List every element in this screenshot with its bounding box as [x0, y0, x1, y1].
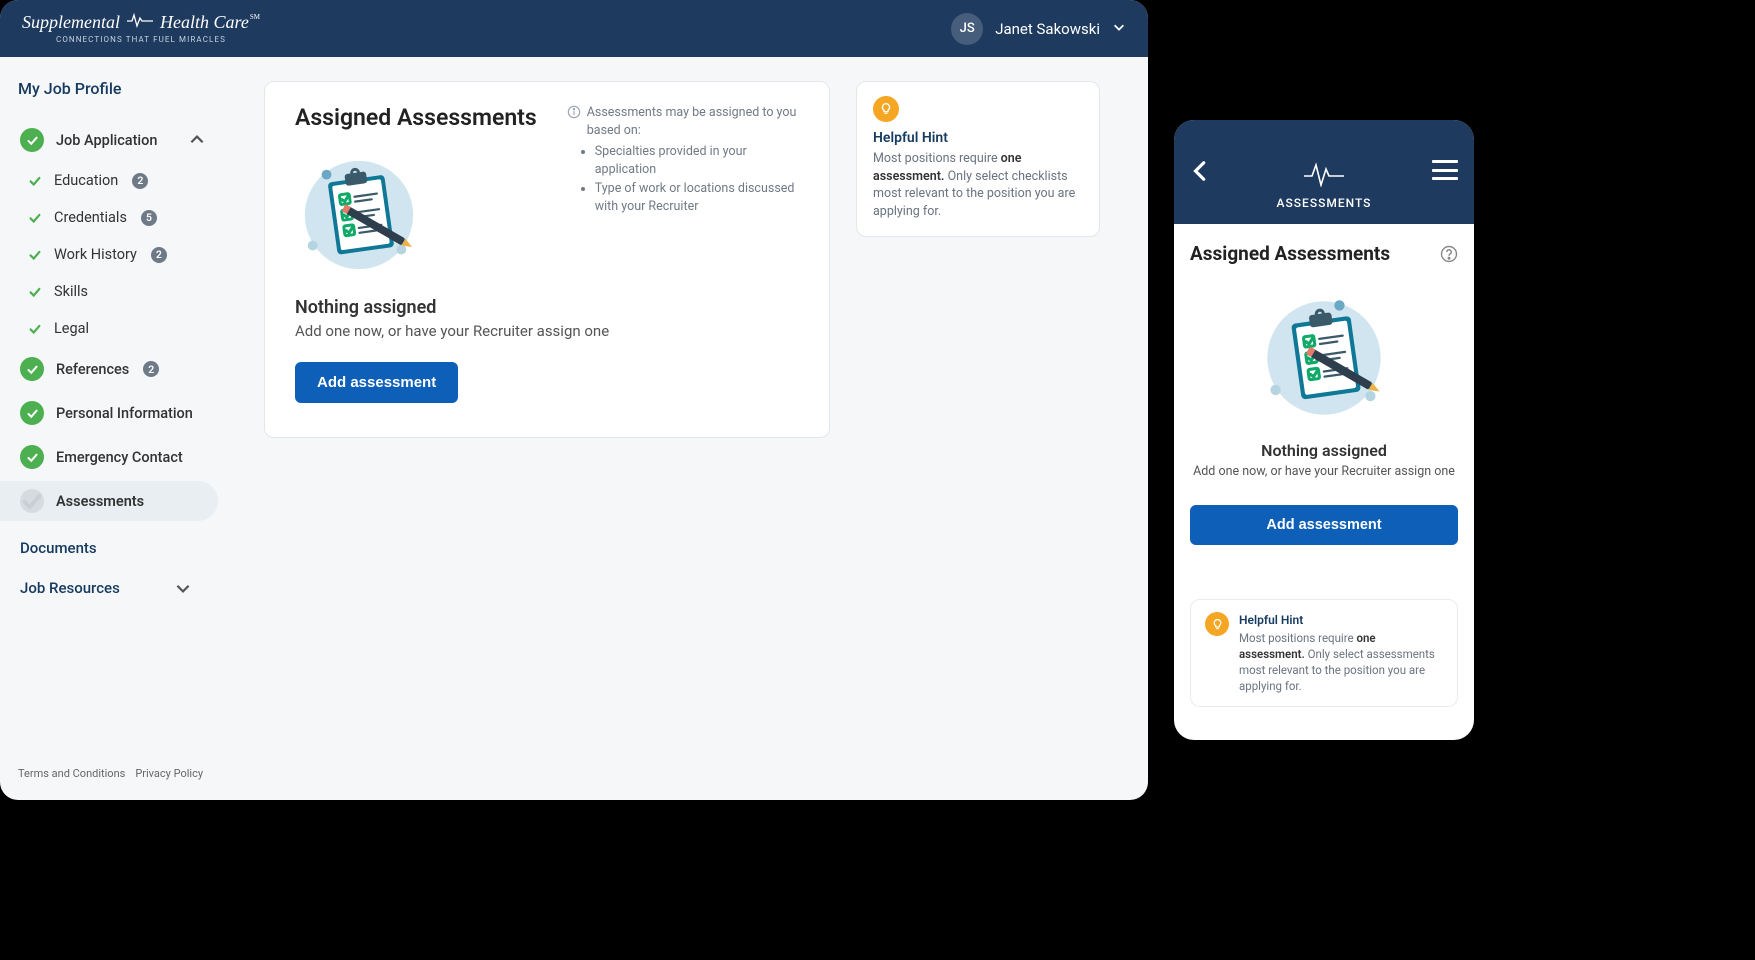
check-icon — [28, 248, 42, 262]
info-note: Assessments may be assigned to you based… — [567, 104, 799, 217]
main-content: Assigned Assessments — [218, 57, 1148, 800]
assessments-card: Assigned Assessments — [264, 81, 830, 438]
info-icon — [567, 105, 581, 119]
helpful-hint-card: Helpful Hint Most positions require one … — [856, 81, 1100, 237]
info-lead-text: Assessments may be assigned to you based… — [587, 104, 799, 139]
sidebar-item-label: Skills — [54, 283, 88, 300]
sidebar-item-label: Assessments — [56, 493, 144, 510]
check-icon — [28, 322, 42, 336]
mobile-empty-title: Nothing assigned — [1190, 441, 1458, 460]
help-icon[interactable] — [1440, 245, 1458, 263]
sidebar-section-label: Documents — [20, 539, 97, 557]
sidebar-item-label: References — [56, 361, 129, 378]
sidebar-item-education[interactable]: Education 2 — [18, 164, 218, 197]
footer-links: Terms and Conditions Privacy Policy — [18, 757, 218, 788]
sidebar-section-label: Job Resources — [20, 579, 120, 597]
heartbeat-icon — [1302, 161, 1346, 191]
hint-text: Most positions require one assessment. O… — [873, 150, 1081, 220]
info-bullet: Specialties provided in your application — [595, 143, 799, 178]
info-bullet: Type of work or locations discussed with… — [595, 180, 799, 215]
hint-title: Helpful Hint — [873, 130, 1081, 146]
check-circle-icon — [20, 128, 44, 152]
avatar: JS — [951, 13, 983, 45]
user-menu[interactable]: JS Janet Sakowski — [951, 13, 1126, 45]
brand-text-a: Supplemental — [22, 13, 120, 33]
chevron-up-icon — [188, 131, 206, 149]
sidebar-nav: Job Application Education 2 Credentials 5 Wor… — [18, 120, 218, 525]
sidebar-item-emergency-contact[interactable]: Emergency Contact — [18, 437, 218, 477]
mobile-content: Assigned Assessments — [1174, 224, 1474, 723]
sidebar-item-label: Emergency Contact — [56, 449, 183, 466]
sidebar-item-work-history[interactable]: Work History 2 — [18, 238, 218, 271]
mobile-hint-card: Helpful Hint Most positions require one … — [1190, 599, 1458, 707]
brand-tagline: CONNECTIONS THAT FUEL MIRACLES — [22, 36, 260, 45]
count-badge: 2 — [132, 173, 148, 189]
hamburger-menu-button[interactable] — [1432, 160, 1458, 180]
mobile-add-assessment-button[interactable]: Add assessment — [1190, 505, 1458, 545]
brand-logo: Supplemental Health Care SM CONNECTIONS … — [22, 12, 260, 45]
privacy-link[interactable]: Privacy Policy — [135, 767, 203, 780]
sidebar-item-assessments[interactable]: Assessments — [0, 481, 218, 521]
sidebar-item-job-application[interactable]: Job Application — [18, 120, 218, 160]
sidebar-title: My Job Profile — [18, 79, 218, 98]
chevron-down-icon — [1112, 19, 1126, 38]
sidebar-item-personal-information[interactable]: Personal Information — [18, 393, 218, 433]
sidebar-section-documents[interactable]: Documents — [18, 525, 218, 565]
mobile-hint-text: Helpful Hint Most positions require one … — [1239, 612, 1443, 694]
check-icon — [28, 285, 42, 299]
clipboard-illustration — [295, 151, 423, 279]
check-circle-icon — [20, 445, 44, 469]
mobile-empty-subtitle: Add one now, or have your Recruiter assi… — [1190, 464, 1458, 479]
mobile-heading: Assigned Assessments — [1190, 242, 1390, 265]
app-header: Supplemental Health Care SM CONNECTIONS … — [0, 0, 1148, 57]
count-badge: 2 — [151, 247, 167, 263]
lightbulb-icon — [873, 96, 899, 122]
sidebar-item-label: Work History — [54, 246, 137, 263]
chevron-down-icon — [174, 579, 192, 597]
lightbulb-icon — [1205, 612, 1229, 636]
sidebar-item-label: Job Application — [56, 132, 157, 149]
sidebar-item-skills[interactable]: Skills — [18, 275, 218, 308]
check-circle-icon — [20, 357, 44, 381]
sidebar: My Job Profile Job Application Education 2… — [0, 57, 218, 800]
empty-state-title: Nothing assigned — [295, 297, 799, 318]
sidebar-item-legal[interactable]: Legal — [18, 312, 218, 345]
brand-text-b: Health Care — [160, 13, 249, 33]
sidebar-item-label: Credentials — [54, 209, 127, 226]
mobile-page-title: ASSESSMENTS — [1277, 196, 1372, 210]
sidebar-item-references[interactable]: References 2 — [18, 349, 218, 389]
sidebar-item-label: Personal Information — [56, 405, 193, 422]
check-circle-icon — [20, 489, 44, 513]
user-name: Janet Sakowski — [995, 20, 1100, 38]
heartbeat-icon — [126, 12, 154, 33]
sidebar-section-job-resources[interactable]: Job Resources — [18, 565, 218, 605]
count-badge: 5 — [141, 210, 157, 226]
add-assessment-button[interactable]: Add assessment — [295, 362, 458, 403]
mobile-header: ASSESSMENTS — [1174, 120, 1474, 224]
check-icon — [28, 174, 42, 188]
clipboard-illustration — [1190, 291, 1458, 429]
count-badge: 2 — [143, 361, 159, 377]
desktop-app: Supplemental Health Care SM CONNECTIONS … — [0, 0, 1148, 800]
sidebar-item-credentials[interactable]: Credentials 5 — [18, 201, 218, 234]
page-title: Assigned Assessments — [295, 104, 537, 131]
sidebar-item-label: Legal — [54, 320, 89, 337]
sidebar-item-label: Education — [54, 172, 118, 189]
terms-link[interactable]: Terms and Conditions — [18, 767, 125, 780]
check-circle-icon — [20, 401, 44, 425]
mobile-app: ASSESSMENTS Assigned Assessments — [1174, 120, 1474, 740]
check-icon — [28, 211, 42, 225]
empty-state-subtitle: Add one now, or have your Recruiter assi… — [295, 322, 799, 340]
back-button[interactable] — [1190, 160, 1212, 182]
